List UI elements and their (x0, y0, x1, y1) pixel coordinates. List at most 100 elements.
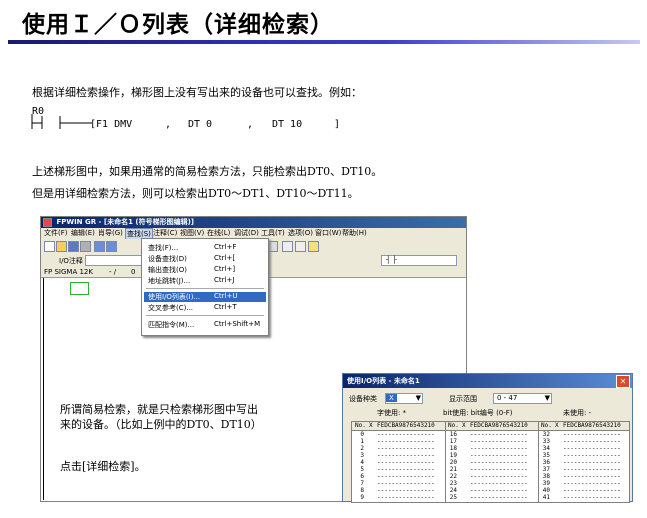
monitor-icon[interactable] (94, 241, 105, 252)
menu-item-jump[interactable]: 地址跳转(J)... Ctrl+J (144, 276, 266, 286)
page-title: 使用Ｉ／Ｏ列表（详细检索） (22, 12, 334, 38)
compile-icon[interactable] (106, 241, 117, 252)
row-bits: ---------------- (563, 459, 621, 466)
title-underline (8, 40, 640, 44)
range-select[interactable]: 0 - 47 ▼ (493, 393, 552, 404)
row-bits: ---------------- (563, 466, 621, 473)
row-bits: ---------------- (377, 431, 435, 438)
row-number: 6 (360, 473, 364, 480)
menu-edit[interactable]: 编辑(E) (71, 228, 95, 239)
row-bits: ---------------- (563, 452, 621, 459)
col-x-3: X (555, 422, 559, 429)
para-detail-search: 但是用详细检索方法，则可以检索出DT0～DT1、DT10～DT11。 (32, 187, 359, 200)
new-file-icon[interactable] (44, 241, 55, 252)
row-number: 20 (449, 459, 457, 466)
menu-options[interactable]: 选项(O) (288, 228, 313, 239)
range-value: 0 - 47 (497, 394, 518, 402)
menu-item-device-find[interactable]: 设备查找(D) Ctrl+[ (144, 254, 266, 264)
row-number: 19 (449, 452, 457, 459)
device-type-select[interactable]: X ▼ (385, 393, 423, 404)
row-number: 0 (360, 431, 364, 438)
legend-word-used: 字使用: * (377, 409, 407, 417)
col-bits-2: FEDCBA9876543210 (470, 422, 528, 429)
row-number: 3 (360, 452, 364, 459)
io-comment-input[interactable] (85, 255, 143, 266)
menu-wizard[interactable]: 肖导(G) (98, 228, 123, 239)
ladder-arg2: DT 10 (272, 119, 303, 130)
row-bits: ---------------- (563, 473, 621, 480)
plc-separator: - / (109, 268, 117, 276)
io-list-dialog: 使用I/O列表 - 未命名1 ✕ 设备种类 X ▼ 显示范围 0 - 47 ▼ … (342, 373, 633, 503)
table-row: 8 ---------------- 24 ---------------- 40 ---… (352, 487, 629, 494)
row-number: 38 (542, 473, 550, 480)
row-bits: ---------------- (563, 480, 621, 487)
row-bits: ---------------- (377, 466, 435, 473)
menu-item-output-find[interactable]: 输出查找(O) Ctrl+] (144, 265, 266, 275)
table-row: 5 ---------------- 21 ---------------- 37 ---… (352, 466, 629, 473)
menu-help[interactable]: 帮助(H) (342, 228, 367, 239)
menu-window[interactable]: 窗口(W) (315, 228, 341, 239)
row-number: 9 (360, 494, 364, 501)
menu-file[interactable]: 文件(F) (44, 228, 68, 239)
io-comment-label: I/O注释 (59, 257, 83, 265)
save-icon[interactable] (68, 241, 79, 252)
row-bits: ---------------- (563, 438, 621, 445)
ladder-comma-1: , (165, 119, 172, 130)
table-row: 4 ---------------- 20 ---------------- 36 ---… (352, 459, 629, 466)
menu-item-find[interactable]: 查找(F)... Ctrl+F (144, 243, 266, 253)
ladder-arg1: DT 0 (188, 119, 213, 130)
row-number: 23 (449, 480, 457, 487)
row-number: 18 (449, 445, 457, 452)
table-row: 0 ---------------- 16 ---------------- 32 ---… (352, 431, 629, 438)
row-number: 39 (542, 480, 550, 487)
row-bits: ---------------- (470, 438, 528, 445)
intro-text: 根据详细检索操作，梯形图上没有写出来的设备也可以查找。例如： (32, 86, 362, 99)
col-bits-3: FEDCBA9876543210 (563, 422, 621, 429)
col-x-1: X (369, 422, 373, 429)
menu-item-io-list[interactable]: 使用I/O列表(I)... Ctrl+U (144, 292, 266, 302)
row-number: 35 (542, 452, 550, 459)
row-bits: ---------------- (470, 480, 528, 487)
open-folder-icon[interactable] (56, 241, 67, 252)
row-bits: ---------------- (470, 431, 528, 438)
table-header: No. X FEDCBA9876543210 No. X FEDCBA98765… (352, 422, 629, 431)
row-number: 37 (542, 466, 550, 473)
plc-label: FP SIGMA 12K (44, 268, 93, 276)
row-bits: ---------------- (563, 431, 621, 438)
col-bits-1: FEDCBA9876543210 (377, 422, 435, 429)
chevron-down-icon: ▼ (415, 394, 421, 402)
tool-icon-c[interactable] (282, 241, 293, 252)
row-number: 2 (360, 445, 364, 452)
app-title: FPWIN GR - [未命名1 (符号梯形图编辑)] (56, 218, 194, 226)
row-bits: ---------------- (470, 445, 528, 452)
row-number: 21 (449, 466, 457, 473)
note-click: 点击[详细检索]。 (60, 460, 146, 473)
menu-item-match[interactable]: 匹配指令(M)... Ctrl+Shift+M (144, 320, 266, 330)
tool-icon-d[interactable] (295, 241, 306, 252)
table-row: 6 ---------------- 22 ---------------- 38 ---… (352, 473, 629, 480)
print-icon[interactable] (80, 241, 91, 252)
row-bits: ---------------- (563, 445, 621, 452)
row-number: 24 (449, 487, 457, 494)
row-number: 7 (360, 480, 364, 487)
row-bits: ---------------- (377, 473, 435, 480)
cursor-cell[interactable] (70, 282, 89, 295)
menu-separator-2 (146, 315, 264, 316)
chevron-down-icon: ▼ (544, 394, 550, 402)
table-row: 9 ---------------- 25 ---------------- 41 ---… (352, 494, 629, 501)
row-number: 4 (360, 459, 364, 466)
plc-step: 0 (131, 268, 136, 276)
row-number: 17 (449, 438, 457, 445)
contact-symbol-box[interactable]: ┤ ├ (381, 255, 457, 266)
row-bits: ---------------- (377, 438, 435, 445)
help-icon[interactable] (308, 241, 319, 252)
menu-item-cross-ref[interactable]: 交叉参考(C)... Ctrl+T (144, 303, 266, 313)
ladder-comma-2: , (247, 119, 254, 130)
row-bits: ---------------- (470, 494, 528, 501)
col-no-1: No. (355, 422, 366, 429)
close-icon[interactable]: ✕ (616, 375, 630, 388)
io-usage-table[interactable]: No. X FEDCBA9876543210 No. X FEDCBA98765… (351, 421, 630, 503)
legend-unused: 未使用: - (563, 409, 592, 417)
ladder-close: ] (334, 119, 341, 130)
row-bits: ---------------- (470, 452, 528, 459)
